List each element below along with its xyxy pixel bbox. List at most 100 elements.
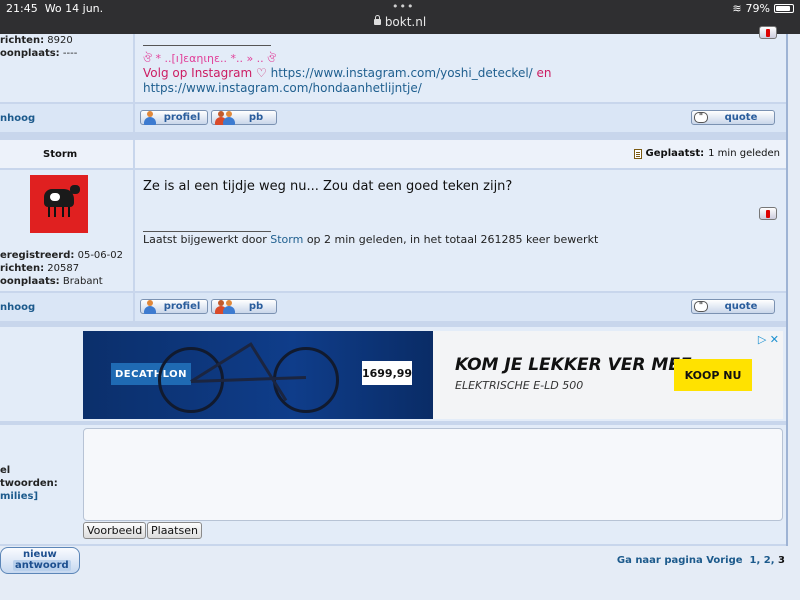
edit-user-link[interactable]: Storm xyxy=(270,233,303,246)
avatar[interactable] xyxy=(30,175,88,233)
cow-legs xyxy=(48,207,50,217)
stat-label: oonplaats: xyxy=(0,48,60,59)
stat-value: 8920 xyxy=(47,35,73,46)
button-label: pb xyxy=(248,112,264,123)
page-link-1[interactable]: 1 xyxy=(750,555,757,566)
address-bar[interactable]: bokt.nl xyxy=(0,15,800,29)
prev-page-link[interactable]: Vorige xyxy=(706,555,742,566)
post-icon[interactable] xyxy=(633,148,642,159)
post1-stat-location: oonplaats: ---- xyxy=(0,48,77,59)
private-message-button[interactable]: pb xyxy=(211,110,277,125)
new-reply-text-1: nieuw xyxy=(23,549,57,560)
stat-value: 05-06-02 xyxy=(77,250,123,261)
profile-button[interactable]: profiel xyxy=(140,299,208,314)
posted-value: 1 min geleden xyxy=(708,148,780,159)
new-reply-text-2: antwoord xyxy=(13,560,71,571)
post2-footer-right: profiel pb " quote xyxy=(135,293,786,321)
post2-stat-registered: eregistreerd: 05-06-02 xyxy=(0,250,123,261)
users-icon-2 xyxy=(222,110,236,125)
forum-page: richten: 8920 oonplaats: ---- ঔ * ..[ı]ε… xyxy=(0,26,800,600)
pagination: Ga naar pagina Vorige 1, 2, 3 xyxy=(616,555,785,566)
quote-bubble-icon: " xyxy=(694,301,708,312)
private-message-button[interactable]: pb xyxy=(211,299,277,314)
profile-button[interactable]: profiel xyxy=(140,110,208,125)
new-reply-button[interactable]: nieuw antwoord xyxy=(0,547,80,574)
signature-text: Volg op Instagram ♡ xyxy=(143,66,267,80)
report-icon[interactable] xyxy=(759,26,777,39)
stat-value: Brabant xyxy=(62,276,103,287)
stat-label: eregistreerd: xyxy=(0,250,75,261)
edit-suffix: op 2 min geleden, in het totaal 261285 k… xyxy=(306,233,599,246)
back-to-top-link[interactable]: nhoog xyxy=(0,113,35,124)
instagram-link-2[interactable]: https://www.instagram.com/hondaanhetlijn… xyxy=(143,81,422,95)
battery-icon xyxy=(774,4,794,13)
exclamation-icon xyxy=(766,209,770,218)
lock-icon xyxy=(373,15,381,25)
post-button[interactable]: Plaatsen xyxy=(147,522,202,539)
ad-left-cell xyxy=(0,327,80,421)
quote-button[interactable]: " quote xyxy=(691,299,775,314)
instagram-link-1[interactable]: https://www.instagram.com/yoshi_deteckel… xyxy=(271,66,533,80)
back-to-top-link[interactable]: nhoog xyxy=(0,302,35,313)
signature-divider xyxy=(143,45,271,46)
button-label: quote xyxy=(724,301,758,312)
advertisement-banner[interactable]: DECATHLON 1699,99 KOM JE LEKKER VER MEE … xyxy=(83,331,783,419)
battery-fill xyxy=(776,6,790,11)
battery-percent: 79% xyxy=(745,2,770,15)
button-label: quote xyxy=(724,112,758,123)
bike-wheel-front xyxy=(273,347,339,413)
smilies-link[interactable]: milies] xyxy=(0,491,38,502)
edit-note: Laatst bijgewerkt door Storm op 2 min ge… xyxy=(143,233,598,246)
ad-buy-button[interactable]: KOOP NU xyxy=(674,359,752,391)
multitask-dots[interactable]: ••• xyxy=(392,0,414,13)
reply-textarea[interactable] xyxy=(83,428,783,521)
cow-image xyxy=(44,185,80,207)
url-text: bokt.nl xyxy=(384,15,427,29)
status-right: ≋ 79% xyxy=(732,2,794,15)
reply-labels-cell: el twoorden: milies] xyxy=(0,425,80,544)
subscribe-label: twoorden: xyxy=(0,478,58,489)
post2-author-cell: Storm xyxy=(0,140,133,168)
button-label: pb xyxy=(248,301,264,312)
post2-body-cell: Ze is al een tijdje weg nu... Zou dat ee… xyxy=(135,170,786,291)
adchoices-icon[interactable]: ▷ ✕ xyxy=(758,333,779,346)
button-label: profiel xyxy=(163,301,201,312)
edit-prefix: Laatst bijgewerkt door xyxy=(143,233,267,246)
ad-price: 1699,99 xyxy=(362,361,412,385)
quote-bubble-icon: " xyxy=(694,112,708,123)
post2-stat-posts: richten: 20587 xyxy=(0,263,79,274)
stat-label: oonplaats: xyxy=(0,276,60,287)
date: Wo 14 jun. xyxy=(44,2,104,15)
time: 21:45 xyxy=(6,2,38,15)
quote-button[interactable]: " quote xyxy=(691,110,775,125)
post2-meta-cell: Geplaatst: 1 min geleden xyxy=(135,140,786,168)
page-link-2[interactable]: 2 xyxy=(764,555,771,566)
users-icon-2 xyxy=(222,299,236,314)
post1-body-cell: ঔ * ..[ı]εαηιηε.. *.. » .. ঔ Volg op Ins… xyxy=(135,26,786,102)
ad-subline: ELEKTRISCHE E-LD 500 xyxy=(455,379,584,392)
stat-label: richten: xyxy=(0,35,45,46)
post1-footer-left: nhoog xyxy=(0,104,133,132)
preview-button[interactable]: Voorbeeld xyxy=(83,522,147,539)
post1-profile-cell: richten: 8920 oonplaats: ---- xyxy=(0,34,133,102)
goto-page-label: Ga naar pagina xyxy=(616,555,703,566)
signature-conj: en xyxy=(536,66,552,80)
ad-headline: KOM JE LEKKER VER MEE xyxy=(455,355,692,375)
post2-profile-cell: eregistreerd: 05-06-02 richten: 20587 oo… xyxy=(0,170,133,291)
stat-label: richten: xyxy=(0,263,45,274)
post2-footer-left: nhoog xyxy=(0,293,133,321)
ios-status-bar: 21:45 Wo 14 jun. ••• ≋ 79% bokt.nl xyxy=(0,0,800,34)
signature-divider xyxy=(143,231,271,232)
exclamation-icon xyxy=(766,28,770,37)
stat-value: 20587 xyxy=(47,263,80,274)
post-author[interactable]: Storm xyxy=(43,149,77,160)
posted-time: Geplaatst: 1 min geleden xyxy=(633,148,780,159)
user-icon xyxy=(143,110,157,125)
ad-image: DECATHLON 1699,99 xyxy=(83,331,433,419)
posted-label: Geplaatst: xyxy=(645,148,705,159)
page-current: 3 xyxy=(778,555,785,566)
report-icon[interactable] xyxy=(759,207,777,220)
post-text: Ze is al een tijdje weg nu... Zou dat ee… xyxy=(143,179,513,194)
post2-stat-location: oonplaats: Brabant xyxy=(0,276,103,287)
post1-footer-right: profiel pb " quote xyxy=(135,104,786,132)
